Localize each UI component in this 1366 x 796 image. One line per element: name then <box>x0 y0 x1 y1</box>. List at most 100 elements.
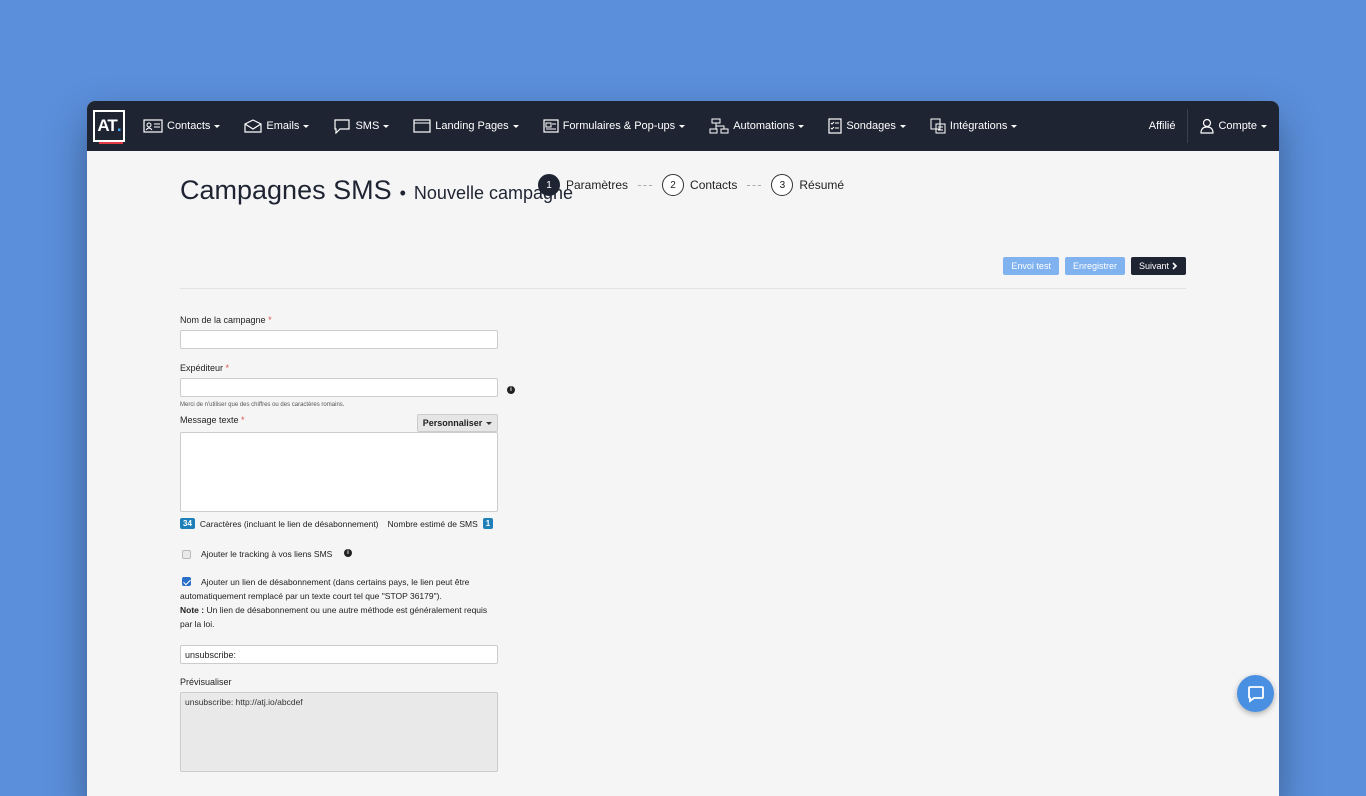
logo-dot: . <box>116 116 122 135</box>
step-number: 3 <box>771 174 794 196</box>
tracking-label: Ajouter le tracking à vos liens SMS <box>201 549 333 559</box>
nav-integrations-label: Intégrations <box>949 120 1008 132</box>
sms-count-label: Nombre estimé de SMS <box>387 518 478 529</box>
sender-label-text: Expéditeur <box>180 363 224 373</box>
sender-label: Expéditeur * <box>180 363 540 373</box>
nav-emails[interactable]: Emails <box>244 119 310 133</box>
caret-down-icon <box>679 124 686 128</box>
nav-contacts-label: Contacts <box>167 120 211 132</box>
enregistrer-button[interactable]: Enregistrer <box>1064 257 1125 275</box>
nav-right: Affilié Compte <box>1149 101 1267 151</box>
caret-down-icon <box>899 124 906 128</box>
personnaliser-button[interactable]: Personnaliser <box>417 414 498 432</box>
preview-box: unsubscribe: http://atj.io/abcdef <box>180 692 498 772</box>
unsubscribe-row: Ajouter un lien de désabonnement (dans c… <box>180 575 500 603</box>
nav-formulaires-label: Formulaires & Pop-ups <box>562 120 676 132</box>
action-buttons: Envoi test Enregistrer Suivant <box>997 257 1186 275</box>
step-number: 2 <box>662 174 685 196</box>
step-connector <box>747 184 762 186</box>
form-icon <box>543 119 559 133</box>
page-title-main: Campagnes SMS <box>180 175 392 205</box>
character-counter: 34 Caractères (incluant le lien de désab… <box>180 518 540 529</box>
sender-input[interactable] <box>180 378 498 397</box>
chat-widget-button[interactable] <box>1237 675 1274 712</box>
step-parametres[interactable]: 1 Paramètres <box>538 174 628 196</box>
chat-icon <box>1247 685 1264 703</box>
unsubscribe-label: Ajouter un lien de désabonnement (dans c… <box>180 577 470 601</box>
contacts-card-icon <box>143 119 163 133</box>
campaign-name-input[interactable] <box>180 330 498 349</box>
caret-down-icon <box>1011 124 1018 128</box>
suivant-label: Suivant <box>1138 261 1169 271</box>
workflow-icon <box>709 118 729 134</box>
char-count-badge: 34 <box>180 518 195 529</box>
message-label-text: Message texte <box>180 415 239 425</box>
step-number: 1 <box>538 174 560 196</box>
envoi-test-button[interactable]: Envoi test <box>1003 257 1059 275</box>
campaign-name-label-text: Nom de la campagne <box>180 315 266 325</box>
nav-landing-pages-label: Landing Pages <box>435 120 509 132</box>
nav-affilie[interactable]: Affilié <box>1149 120 1176 132</box>
nav-emails-label: Emails <box>266 120 300 132</box>
required-mark: * <box>225 363 230 373</box>
page-title-bullet: • <box>399 183 406 203</box>
envelope-icon <box>244 119 263 133</box>
wizard-steps: 1 Paramètres 2 Contacts 3 Résumé <box>538 174 844 196</box>
step-resume[interactable]: 3 Résumé <box>771 174 844 196</box>
app-logo[interactable]: AT. <box>93 110 125 144</box>
caret-down-icon <box>383 124 390 128</box>
app-window: AT. Contacts Emails SMS Landing Pages Fo… <box>87 101 1279 796</box>
suivant-button[interactable]: Suivant <box>1130 257 1186 275</box>
caret-down-icon <box>303 124 310 128</box>
nav-sms-label: SMS <box>355 120 380 132</box>
unsubscribe-checkbox[interactable] <box>182 577 191 586</box>
step-connector <box>638 184 653 186</box>
nav-compte[interactable]: Compte <box>1200 118 1267 134</box>
browser-window-icon <box>413 119 431 133</box>
nav-integrations[interactable]: Intégrations <box>930 118 1018 134</box>
caret-down-icon <box>798 124 805 128</box>
char-count-label: Caractères (incluant le lien de désabonn… <box>199 518 379 529</box>
nav-sondages-label: Sondages <box>846 120 896 132</box>
tracking-checkbox[interactable] <box>182 550 191 559</box>
nav-sondages[interactable]: Sondages <box>828 118 906 134</box>
caret-down-icon <box>214 124 221 128</box>
info-icon[interactable]: i <box>507 386 515 394</box>
caret-down-icon <box>486 421 493 425</box>
nav-compte-label: Compte <box>1218 120 1257 132</box>
required-mark: * <box>268 315 272 325</box>
personnaliser-label: Personnaliser <box>422 418 483 428</box>
unsubscribe-input[interactable]: unsubscribe: <box>180 645 498 664</box>
step-label: Contacts <box>690 178 738 192</box>
nav-automations[interactable]: Automations <box>709 118 805 134</box>
user-icon <box>1200 118 1215 134</box>
header-divider <box>180 288 1186 289</box>
caret-down-icon <box>1261 124 1267 128</box>
nav-landing-pages[interactable]: Landing Pages <box>413 119 519 133</box>
message-textarea[interactable] <box>180 432 498 512</box>
logo-text: AT <box>97 116 117 135</box>
info-icon[interactable]: i <box>344 549 352 557</box>
chat-bubble-icon <box>334 119 351 134</box>
nav-contacts[interactable]: Contacts <box>143 119 221 133</box>
tracking-row: Ajouter le tracking à vos liens SMS i <box>180 547 540 561</box>
required-mark: * <box>241 415 245 425</box>
nav-separator <box>1187 109 1189 143</box>
survey-icon <box>828 118 842 134</box>
message-header: Message texte * Personnaliser <box>180 408 540 432</box>
chevron-right-icon <box>1172 262 1178 270</box>
legal-note: Note : Un lien de désabonnement ou une a… <box>180 603 500 631</box>
sms-campaign-form: Nom de la campagne * Expéditeur * i Merc… <box>180 315 540 772</box>
nav-formulaires[interactable]: Formulaires & Pop-ups <box>543 119 686 133</box>
step-contacts[interactable]: 2 Contacts <box>662 174 737 196</box>
step-label: Paramètres <box>566 178 629 192</box>
nav-automations-label: Automations <box>733 120 795 132</box>
note-text: Un lien de désabonnement ou une autre mé… <box>180 605 488 629</box>
step-label: Résumé <box>799 178 845 192</box>
note-prefix: Note : <box>180 605 205 615</box>
integrations-icon <box>930 118 946 134</box>
preview-label: Prévisualiser <box>180 677 232 687</box>
sms-count-badge: 1 <box>482 518 494 529</box>
nav-sms[interactable]: SMS <box>333 118 390 134</box>
main-nav: Contacts Emails SMS Landing Pages Formul… <box>143 118 1041 134</box>
